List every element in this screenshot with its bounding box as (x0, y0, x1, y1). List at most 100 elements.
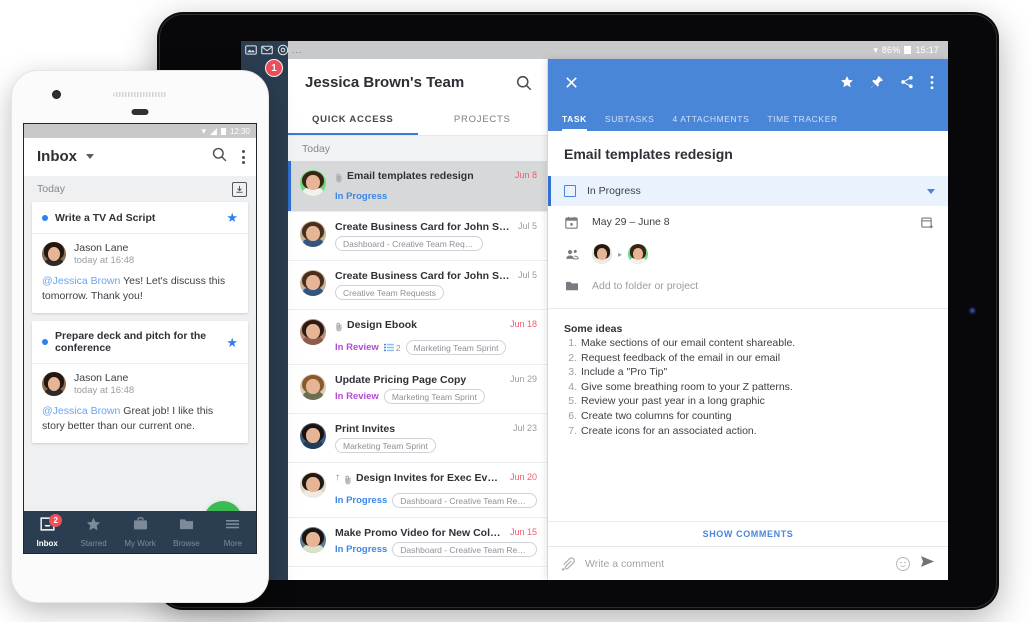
close-icon[interactable] (564, 75, 579, 90)
calendar-add-icon[interactable] (920, 216, 935, 229)
task-status[interactable]: In Progress (335, 191, 387, 202)
phone-title-group[interactable]: Inbox (37, 148, 95, 166)
tab-quick-access[interactable]: QUICK ACCESS (288, 106, 418, 135)
detail-folder-row[interactable]: Add to folder or project (548, 270, 948, 302)
bottom-nav-item-more[interactable]: More (210, 517, 256, 548)
task-status[interactable]: In Review (335, 342, 379, 353)
task-row[interactable]: Create Business Card for John Smith Jul 5… (288, 212, 547, 261)
task-row-primary-line: Email templates redesign Jun 8 (335, 170, 537, 188)
task-tag[interactable]: Dashboard - Creative Team Requ... (392, 542, 537, 557)
inbox-card-header[interactable]: Prepare deck and pitch for the conferenc… (32, 321, 248, 364)
avatar[interactable] (628, 244, 649, 264)
star-icon[interactable]: ★ (226, 336, 238, 349)
task-row[interactable]: Make Promo Video for New Collection Jun 1… (288, 518, 547, 567)
task-name: Create Business Card for John Smith (335, 270, 510, 282)
task-name: Make Promo Video for New Collection (335, 527, 502, 539)
attachment-icon (335, 170, 343, 188)
task-tag[interactable]: Marketing Team Sprint (335, 438, 436, 453)
at-circle-icon[interactable] (276, 43, 289, 56)
detail-date-row[interactable]: May 29 – June 8 (548, 206, 948, 238)
assignee-avatars[interactable]: ▸ (592, 244, 935, 264)
bottom-nav-item-starred[interactable]: Starred (70, 517, 116, 548)
avatar[interactable] (42, 242, 66, 266)
author-name: Jason Lane (74, 242, 129, 254)
folder-icon (564, 280, 579, 292)
task-row[interactable]: ↑ Design Invites for Exec Event Jun 20 In P… (288, 463, 547, 518)
rail-overflow[interactable]: ... (292, 45, 303, 55)
avatar[interactable] (592, 244, 612, 264)
phone-device: ▾ ◢ 12:30 Inbox Today Write a TV Ad Scri… (11, 70, 269, 603)
phone-section-label: Today (37, 183, 66, 195)
bottom-nav-item-browse[interactable]: Browse (163, 517, 209, 548)
task-row-body: Create Business Card for John Smith Jul 5… (335, 221, 537, 251)
rail-notification-badge[interactable]: 1 (265, 59, 283, 77)
more-vertical-icon[interactable] (242, 150, 245, 164)
task-tag[interactable]: Dashboard - Creative Team Requests (335, 236, 483, 251)
avatar[interactable] (300, 270, 326, 296)
task-due-date: Jun 20 (509, 472, 537, 482)
send-icon[interactable] (920, 555, 935, 573)
inbox-card[interactable]: Prepare deck and pitch for the conferenc… (32, 321, 248, 443)
star-icon[interactable] (840, 75, 854, 89)
detail-tab-task[interactable]: TASK (562, 114, 587, 131)
emoji-icon[interactable] (896, 556, 910, 571)
inbox-card-header[interactable]: Write a TV Ad Script ★ (32, 202, 248, 234)
task-row[interactable]: Email templates redesign Jun 8 In Progress (288, 161, 547, 212)
attachment-add-icon[interactable] (560, 556, 575, 571)
task-row[interactable]: Design Ebook Jun 18 In Review 2 Marketing Te… (288, 310, 547, 365)
task-status[interactable]: In Progress (335, 544, 387, 555)
envelope-icon[interactable] (260, 43, 273, 56)
detail-tab-time-tracker[interactable]: TIME TRACKER (767, 114, 837, 131)
avatar[interactable] (300, 374, 326, 400)
more-vertical-icon[interactable] (930, 75, 934, 90)
search-icon[interactable] (211, 146, 228, 168)
phone-status-bar: ▾ ◢ 12:30 (24, 124, 256, 138)
tab-projects[interactable]: PROJECTS (418, 106, 548, 135)
task-row[interactable]: Create Business Card for John Smith Jul 5… (288, 261, 547, 310)
task-list-section-header: Today (288, 135, 547, 161)
task-name: Create Business Card for John Smith (335, 221, 510, 233)
mention-link[interactable]: @Jessica Brown (42, 275, 120, 287)
notes-title: Some ideas (564, 323, 623, 335)
task-row[interactable]: Update Pricing Page Copy Jun 29 In Review M… (288, 365, 547, 414)
search-icon[interactable] (515, 74, 533, 92)
comment-bar: Write a comment (548, 546, 948, 580)
comment-input[interactable]: Write a comment (585, 558, 886, 570)
task-complete-checkbox[interactable] (564, 185, 576, 197)
inbox-card[interactable]: Write a TV Ad Script ★ Jason Lane today at … (32, 202, 248, 313)
task-tag[interactable]: Marketing Team Sprint (383, 389, 485, 404)
avatar[interactable] (300, 527, 326, 553)
task-status[interactable]: In Progress (335, 495, 387, 506)
detail-tab-attachments[interactable]: 4 ATTACHMENTS (672, 114, 749, 131)
pin-icon[interactable] (870, 75, 884, 89)
bottom-nav-item-my-work[interactable]: My Work (117, 516, 163, 548)
avatar[interactable] (300, 423, 326, 449)
avatar[interactable] (300, 170, 326, 196)
mention-link[interactable]: @Jessica Brown (42, 405, 120, 417)
share-icon[interactable] (900, 75, 914, 89)
task-due-date: Jul 5 (517, 270, 537, 280)
avatar[interactable] (42, 372, 66, 396)
detail-assignee-row[interactable]: ▸ (548, 238, 948, 270)
task-name: Design Invites for Exec Event (356, 472, 502, 484)
detail-tab-subtasks[interactable]: SUBTASKS (605, 114, 655, 131)
detail-status-row[interactable]: In Progress (548, 176, 948, 206)
star-icon[interactable]: ★ (226, 211, 238, 224)
task-row-primary-line: ↑ Design Invites for Exec Event Jun 20 (335, 472, 537, 490)
avatar[interactable] (300, 319, 326, 345)
notes-list: 1. Make sections of our email content sha… (564, 336, 932, 438)
archive-download-icon[interactable] (232, 181, 247, 197)
show-comments-button[interactable]: SHOW COMMENTS (548, 521, 948, 546)
task-status[interactable]: In Review (335, 391, 379, 402)
task-tag[interactable]: Creative Team Requests (335, 285, 444, 300)
task-tag[interactable]: Marketing Team Sprint (405, 340, 507, 355)
image-icon[interactable] (244, 43, 257, 56)
avatar[interactable] (300, 221, 326, 247)
task-tag[interactable]: Dashboard - Creative Team Requ... (392, 493, 537, 508)
chevron-down-icon[interactable] (86, 154, 95, 160)
bottom-nav-item-inbox[interactable]: 2 Inbox (24, 513, 70, 548)
task-row-meta-line: In Progress Dashboard - Creative Team Req… (335, 542, 537, 557)
chevron-down-icon[interactable] (927, 188, 935, 194)
task-row[interactable]: Print Invites Jul 23 Marketing Team Sprint (288, 414, 547, 463)
avatar[interactable] (300, 472, 326, 498)
